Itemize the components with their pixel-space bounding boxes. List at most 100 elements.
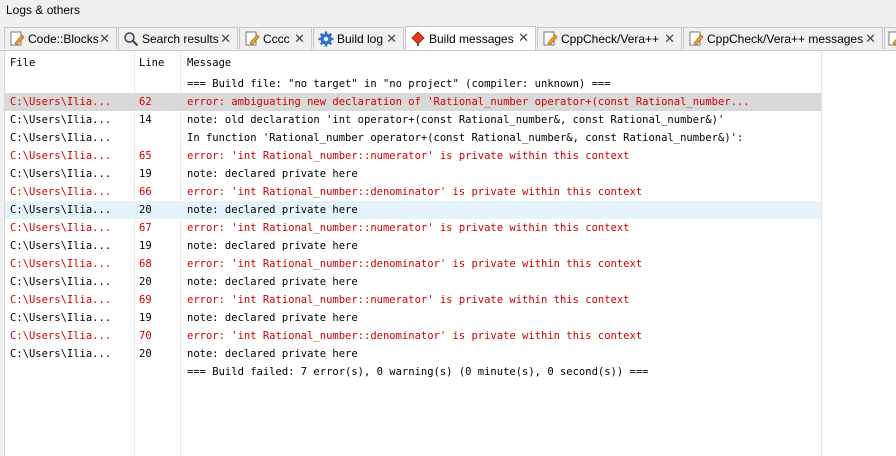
list-item[interactable]: C:\Users\Ilia... 14 note: old declaratio…: [5, 111, 821, 129]
panel-title-bar: Logs & others: [0, 0, 896, 26]
tab-cppcheck-vera[interactable]: CppCheck/Vera++ ✕: [537, 27, 682, 49]
row-file: C:\Users\Ilia...: [10, 348, 112, 360]
row-file: C:\Users\Ilia...: [10, 222, 112, 234]
row-message: === Build file: "no target" in "no proje…: [187, 78, 611, 90]
list-item[interactable]: C:\Users\Ilia... 62 error: ambiguating n…: [5, 93, 821, 111]
tab-label: CppCheck/Vera++ messages: [707, 31, 864, 46]
row-line: 67: [139, 222, 152, 234]
row-line: 66: [139, 186, 152, 198]
list-item[interactable]: C:\Users\Ilia... 66 error: 'int Rational…: [5, 183, 821, 201]
row-message: error: ambiguating new declaration of 'R…: [187, 96, 750, 108]
row-message: error: 'int Rational_number::denominator…: [187, 258, 643, 270]
row-line: 62: [139, 96, 152, 108]
row-message: note: old declaration 'int operator+(con…: [187, 114, 725, 126]
tab-build-log[interactable]: Build log ✕: [313, 27, 404, 49]
tab-label: Build messages: [429, 31, 514, 46]
row-message: In function 'Rational_number operator+(c…: [187, 132, 744, 144]
document-pencil-icon: [887, 31, 896, 47]
diamond-pin-icon: [410, 30, 426, 47]
tab-codeblocks[interactable]: Code::Blocks ✕: [4, 27, 117, 49]
row-message: error: 'int Rational_number::denominator…: [187, 186, 643, 198]
document-pencil-icon: [9, 31, 25, 47]
list-item[interactable]: C:\Users\Ilia... 70 error: 'int Rational…: [5, 327, 821, 345]
close-icon[interactable]: ✕: [865, 31, 876, 47]
row-line: 19: [139, 240, 152, 252]
search-icon: [123, 31, 139, 47]
panel-title: Logs & others: [6, 3, 81, 17]
close-icon[interactable]: ✕: [386, 31, 397, 47]
row-message: note: declared private here: [187, 312, 358, 324]
column-header-file[interactable]: File: [10, 57, 35, 69]
list-item[interactable]: C:\Users\Ilia... 68 error: 'int Rational…: [5, 255, 821, 273]
row-message: error: 'int Rational_number::denominator…: [187, 330, 643, 342]
list-item[interactable]: C:\Users\Ilia... 19 note: declared priva…: [5, 309, 821, 327]
list-item[interactable]: === Build file: "no target" in "no proje…: [5, 75, 821, 93]
tab-label: CppCheck/Vera++: [561, 31, 660, 46]
row-message: === Build failed: 7 error(s), 0 warning(…: [187, 366, 649, 378]
row-message: error: 'int Rational_number::numerator' …: [187, 222, 630, 234]
row-line: 14: [139, 114, 152, 126]
document-pencil-icon: [542, 31, 558, 47]
message-rows: === Build file: "no target" in "no proje…: [5, 75, 821, 381]
list-item[interactable]: C:\Users\Ilia... 65 error: 'int Rational…: [5, 147, 821, 165]
list-item[interactable]: === Build failed: 7 error(s), 0 warning(…: [5, 363, 821, 381]
column-header-line[interactable]: Line: [139, 57, 164, 69]
build-messages-list[interactable]: File Line Message === Build file: "no ta…: [4, 51, 896, 456]
row-line: 20: [139, 276, 152, 288]
row-file: C:\Users\Ilia...: [10, 276, 112, 288]
close-icon[interactable]: ✕: [294, 31, 305, 47]
close-icon[interactable]: ✕: [518, 30, 529, 46]
row-file: C:\Users\Ilia...: [10, 204, 112, 216]
list-item[interactable]: C:\Users\Ilia... 20 note: declared priva…: [5, 345, 821, 363]
close-icon[interactable]: ✕: [220, 31, 231, 47]
list-item[interactable]: C:\Users\Ilia... 20 note: declared priva…: [5, 273, 821, 291]
row-file: C:\Users\Ilia...: [10, 132, 112, 144]
close-icon[interactable]: ✕: [664, 31, 675, 47]
list-item[interactable]: C:\Users\Ilia... 67 error: 'int Rational…: [5, 219, 821, 237]
tab-search-results[interactable]: Search results ✕: [118, 27, 238, 49]
tab-bar: Code::Blocks ✕ Search results ✕ Cccc ✕ B…: [0, 26, 896, 51]
row-file: C:\Users\Ilia...: [10, 240, 112, 252]
row-message: note: declared private here: [187, 276, 358, 288]
row-file: C:\Users\Ilia...: [10, 258, 112, 270]
row-file: C:\Users\Ilia...: [10, 330, 112, 342]
list-item[interactable]: C:\Users\Ilia... 69 error: 'int Rational…: [5, 291, 821, 309]
document-pencil-icon: [688, 31, 704, 47]
row-file: C:\Users\Ilia...: [10, 150, 112, 162]
right-pane-divider: [821, 51, 822, 456]
row-file: C:\Users\Ilia...: [10, 96, 112, 108]
row-line: 19: [139, 168, 152, 180]
document-pencil-icon: [244, 31, 260, 47]
column-header-message[interactable]: Message: [187, 57, 231, 69]
row-file: C:\Users\Ilia...: [10, 312, 112, 324]
list-item[interactable]: C:\Users\Ilia... 19 note: declared priva…: [5, 165, 821, 183]
list-item[interactable]: C:\Users\Ilia... 19 note: declared priva…: [5, 237, 821, 255]
tab-label: Search results: [142, 31, 219, 46]
row-file: C:\Users\Ilia...: [10, 114, 112, 126]
row-line: 68: [139, 258, 152, 270]
row-line: 20: [139, 348, 152, 360]
row-line: 20: [139, 204, 152, 216]
tab-build-messages[interactable]: Build messages ✕: [405, 26, 536, 50]
tab-label: Build log: [337, 31, 384, 46]
row-message: error: 'int Rational_number::numerator' …: [187, 294, 630, 306]
list-item[interactable]: C:\Users\Ilia... In function 'Rational_n…: [5, 129, 821, 147]
gear-icon: [318, 31, 334, 47]
row-file: C:\Users\Ilia...: [10, 168, 112, 180]
row-line: 69: [139, 294, 152, 306]
row-message: note: declared private here: [187, 240, 358, 252]
row-line: 19: [139, 312, 152, 324]
row-message: note: declared private here: [187, 168, 358, 180]
list-item[interactable]: C:\Users\Ilia... 20 note: declared priva…: [5, 201, 821, 219]
row-message: note: declared private here: [187, 204, 358, 216]
tab-label: Cccc: [263, 31, 290, 46]
tab-label: Code::Blocks: [28, 31, 99, 46]
row-line: 70: [139, 330, 152, 342]
row-file: C:\Users\Ilia...: [10, 294, 112, 306]
tab-overflow[interactable]: [884, 27, 896, 49]
tab-cppcheck-vera-messages[interactable]: CppCheck/Vera++ messages ✕: [683, 27, 883, 49]
row-file: C:\Users\Ilia...: [10, 186, 112, 198]
close-icon[interactable]: ✕: [99, 31, 110, 47]
tab-cccc[interactable]: Cccc ✕: [239, 27, 312, 49]
row-message: note: declared private here: [187, 348, 358, 360]
